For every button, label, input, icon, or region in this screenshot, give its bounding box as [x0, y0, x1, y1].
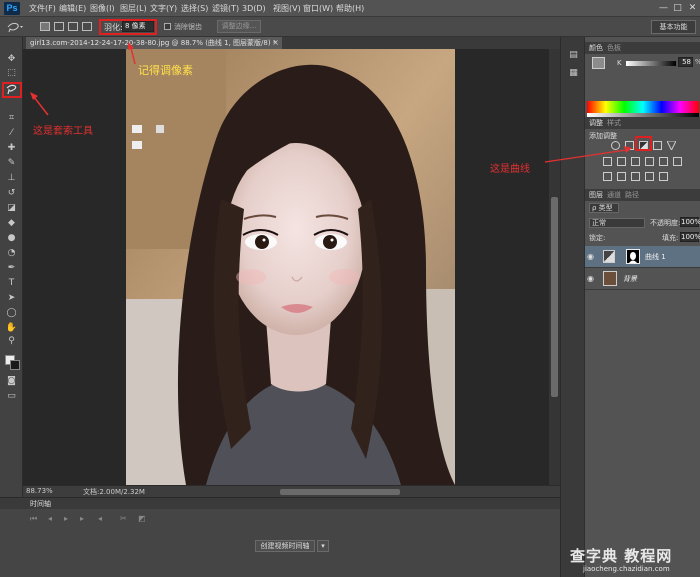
annotation-lasso: 这是套索工具 [33, 126, 93, 137]
annotation-arrows [30, 42, 632, 163]
annotation-pixel: 记得调像素 [138, 64, 193, 77]
watermark-url: jiaocheng.chazidian.com [583, 565, 670, 573]
watermark-title: 查字典 教程网 [570, 547, 673, 565]
annotation-curves: 这是曲线 [490, 164, 530, 175]
